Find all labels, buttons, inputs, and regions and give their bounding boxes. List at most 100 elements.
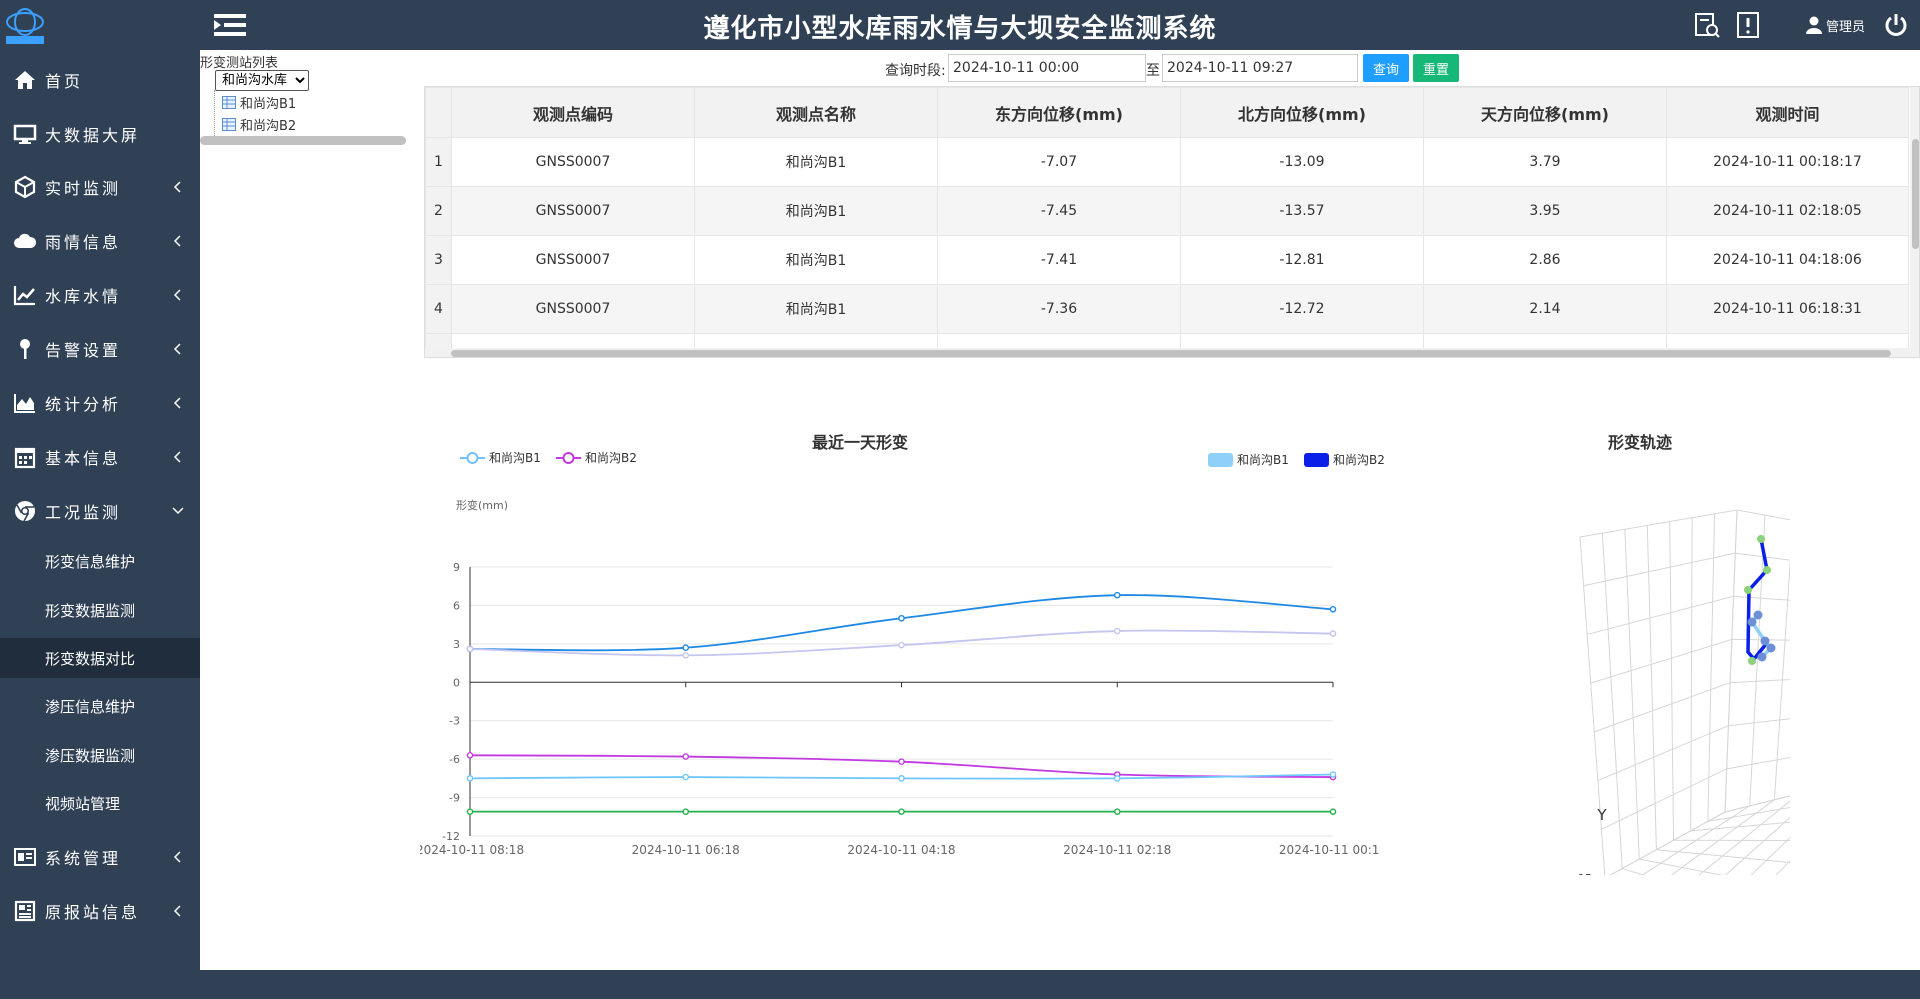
data-point[interactable] xyxy=(1113,808,1121,815)
table-cell: -7.07 xyxy=(937,137,1181,187)
data-point[interactable] xyxy=(898,758,905,766)
table-row[interactable]: 1 GNSS0007 和尚沟B1 -7.07 -13.09 3.79 2024-10-11 … xyxy=(425,137,1909,187)
sidebar-item-11[interactable]: 原报站信息 xyxy=(0,891,200,931)
chart-line-icon xyxy=(13,286,35,306)
sidebar-item-10[interactable]: 系统管理 xyxy=(0,837,200,877)
chevron-left-icon xyxy=(173,397,181,409)
sidebar-subitem-2[interactable]: 形变数据监测 xyxy=(0,590,200,630)
sidebar-item-4[interactable]: 雨情信息 xyxy=(0,221,200,261)
data-point[interactable] xyxy=(898,641,905,649)
column-header[interactable]: 观测点编码 xyxy=(451,87,695,138)
report-search-icon[interactable] xyxy=(1694,12,1720,38)
trajectory-point[interactable] xyxy=(1753,610,1763,620)
column-header[interactable]: 北方向位移(mm) xyxy=(1180,87,1424,138)
sidebar-subitem-3[interactable]: 形变数据对比 xyxy=(0,638,200,678)
sidebar-item-5[interactable]: 水库水情 xyxy=(0,275,200,315)
sidebar-subitem-label: 渗压信息维护 xyxy=(45,697,136,716)
trajectory-point[interactable] xyxy=(1757,652,1767,662)
legend-b1-3d[interactable]: 和尚沟B1 xyxy=(1208,451,1289,468)
column-header[interactable]: 观测点名称 xyxy=(694,87,938,138)
sidebar-item-7[interactable]: 统计分析 xyxy=(0,383,200,423)
grid-line xyxy=(1724,795,1790,813)
data-point[interactable] xyxy=(466,775,474,782)
sidebar-subitem-5[interactable]: 渗压数据监测 xyxy=(0,735,200,775)
scroll-thumb[interactable] xyxy=(451,350,1891,357)
start-time-input[interactable] xyxy=(948,54,1146,82)
query-button[interactable]: 查询 xyxy=(1363,54,1409,82)
table-icon xyxy=(222,117,236,131)
sidebar-subitem-1[interactable]: 形变信息维护 xyxy=(0,541,200,581)
table-vertical-scrollbar[interactable] xyxy=(1910,87,1919,357)
grid-line xyxy=(1590,638,1790,684)
x-tick-label: 2024-10-11 04:18 xyxy=(847,843,955,857)
data-point[interactable] xyxy=(682,773,690,781)
legend-b2[interactable]: 和尚沟B2 xyxy=(556,449,637,466)
data-point[interactable] xyxy=(682,644,690,651)
data-point[interactable] xyxy=(1329,630,1337,637)
sidebar-subitem-4[interactable]: 渗压信息维护 xyxy=(0,686,200,726)
trajectory-point[interactable] xyxy=(1763,566,1771,574)
grid-line xyxy=(1624,529,1640,860)
station-list-title: 形变测站列表 xyxy=(200,56,279,71)
alert-document-icon[interactable] xyxy=(1735,12,1761,38)
x-tick-label: 2024-10-11 08:18 xyxy=(420,843,524,857)
legend-b1[interactable]: 和尚沟B1 xyxy=(460,449,541,466)
column-header[interactable]: 东方向位移(mm) xyxy=(937,87,1181,138)
sidebar-item-9[interactable]: 工况监测 xyxy=(0,491,200,531)
table-row[interactable]: 3 GNSS0007 和尚沟B1 -7.41 -12.81 2.86 2024-10-11 … xyxy=(425,235,1909,285)
data-point[interactable] xyxy=(898,808,905,815)
column-header[interactable]: 观测时间 xyxy=(1666,87,1909,138)
data-point[interactable] xyxy=(1113,775,1121,782)
trajectory-point[interactable] xyxy=(1757,535,1765,543)
sidebar-subitem-6[interactable]: 视频站管理 xyxy=(0,783,200,823)
data-point[interactable] xyxy=(466,751,474,759)
data-point[interactable] xyxy=(682,753,690,760)
data-point[interactable] xyxy=(898,614,905,622)
trajectory-point[interactable] xyxy=(1760,636,1770,646)
user-menu[interactable]: 管理员 xyxy=(1806,12,1865,38)
data-point[interactable] xyxy=(1113,591,1121,599)
trajectory-3d-chart: 76543210-15-12-9-6-3-8-7-6-5-4-3-2-1ZYX xyxy=(1574,509,1790,875)
trajectory-point[interactable] xyxy=(1747,617,1757,627)
table-cell: -7.41 xyxy=(937,235,1181,285)
table-header-row: 观测点编码 观测点名称 东方向位移(mm) 北方向位移(mm) 天方向位移(mm… xyxy=(425,87,1909,138)
chevron-left-icon xyxy=(173,181,181,193)
data-point[interactable] xyxy=(1329,771,1337,778)
trajectory-point[interactable] xyxy=(1766,643,1776,653)
sidebar-item-3[interactable]: 实时监测 xyxy=(0,167,200,207)
sidebar-item-2[interactable]: 大数据大屏 xyxy=(0,114,200,154)
data-point[interactable] xyxy=(682,808,690,815)
reservoir-select[interactable]: 和尚沟水库 xyxy=(215,70,309,91)
sidebar-item-1[interactable]: 首页 xyxy=(0,60,200,100)
tree-scrollbar[interactable] xyxy=(200,136,406,145)
trajectory-point[interactable] xyxy=(1744,586,1752,594)
end-time-input[interactable] xyxy=(1162,54,1358,82)
table-row[interactable]: 4 GNSS0007 和尚沟B1 -7.36 -12.72 2.14 2024-10-11 … xyxy=(425,284,1909,334)
table-horizontal-scrollbar[interactable] xyxy=(425,348,1910,357)
table-cell: 和尚沟B1 xyxy=(694,186,938,236)
trajectory-point[interactable] xyxy=(1748,657,1756,665)
row-index: 1 xyxy=(425,137,452,187)
reset-button[interactable]: 重置 xyxy=(1413,54,1459,82)
data-point[interactable] xyxy=(1113,627,1121,635)
data-point[interactable] xyxy=(1329,808,1337,815)
data-point[interactable] xyxy=(682,652,690,659)
table-cell: 2024-10-11 02:18:05 xyxy=(1666,186,1909,236)
column-header[interactable]: 天方向位移(mm) xyxy=(1423,87,1667,138)
tree-node-b1[interactable]: 和尚沟B1 xyxy=(222,92,296,112)
table-cell: GNSS0007 xyxy=(451,284,695,334)
sidebar-item-8[interactable]: 基本信息 xyxy=(0,437,200,477)
grid-line xyxy=(1609,811,1726,875)
table-row[interactable]: 2 GNSS0007 和尚沟B1 -7.45 -13.57 3.95 2024-10-11 … xyxy=(425,186,1909,236)
menu-toggle-icon[interactable] xyxy=(214,12,246,38)
scroll-thumb[interactable] xyxy=(1912,139,1919,249)
sidebar-item-6[interactable]: 告警设置 xyxy=(0,329,200,369)
power-icon[interactable] xyxy=(1884,12,1908,38)
legend-b2-3d[interactable]: 和尚沟B2 xyxy=(1304,451,1385,468)
data-point[interactable] xyxy=(466,808,474,815)
grid-line xyxy=(1669,521,1675,841)
data-point[interactable] xyxy=(1329,605,1337,613)
tree-node-b2[interactable]: 和尚沟B2 xyxy=(222,114,296,134)
data-point[interactable] xyxy=(898,775,905,782)
data-point[interactable] xyxy=(466,645,474,653)
